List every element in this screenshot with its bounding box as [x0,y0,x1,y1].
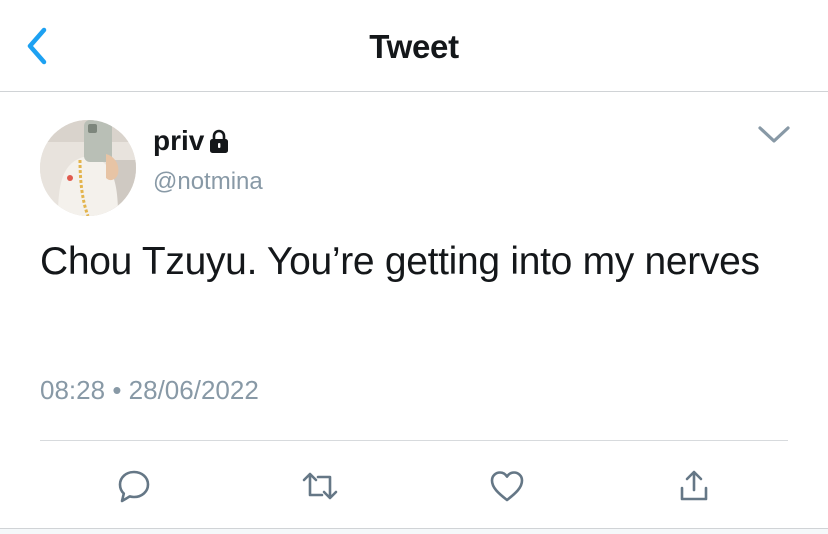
display-name-text: priv [153,125,205,156]
more-options-button[interactable] [756,122,792,148]
retweet-button[interactable] [296,462,344,510]
avatar[interactable] [40,120,136,216]
reply-button[interactable] [110,462,158,510]
share-icon [680,470,708,501]
lock-icon [210,129,229,153]
tweet-time: 08:28 [40,375,106,405]
like-icon [490,471,524,502]
author-display-name[interactable]: priv [153,125,231,157]
tweet-actions [0,462,828,510]
like-button[interactable] [483,462,531,510]
chevron-down-icon [758,126,790,143]
reply-icon [118,470,150,503]
divider [40,440,788,441]
page-title: Tweet [369,28,459,65]
retweet-icon [302,472,338,500]
timestamp-separator: • [112,375,122,405]
tweet-date: 28/06/2022 [128,375,259,405]
tweet-timestamp: 08:28 • 28/06/2022 [40,375,259,406]
bottom-strip [0,529,828,534]
header-bar: Tweet [0,0,828,92]
tweet-text: Chou Tzuyu. You’re getting into my nerve… [40,240,760,283]
share-button[interactable] [670,462,718,510]
author-handle[interactable]: @notmina [153,168,263,196]
